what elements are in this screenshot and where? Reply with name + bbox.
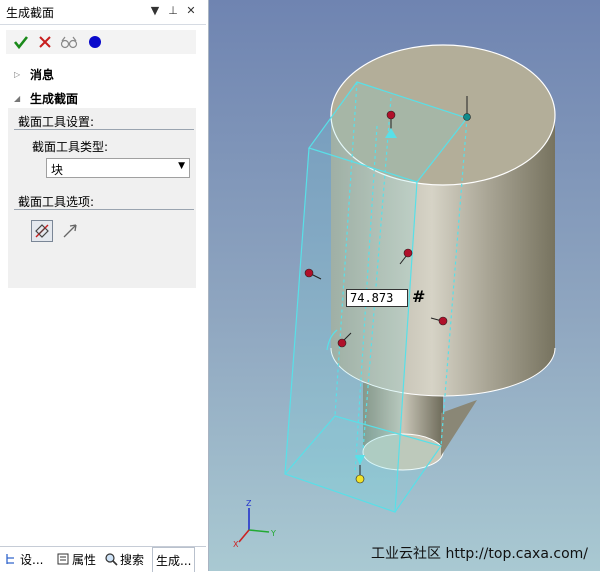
section-handle-bottom[interactable] bbox=[355, 474, 365, 484]
collapse-triangle-icon: ◢ bbox=[14, 94, 21, 103]
reverse-direction-button[interactable] bbox=[59, 220, 81, 242]
section-handle-bottom-left[interactable] bbox=[337, 338, 347, 348]
panel-pin-button[interactable]: ⊥ bbox=[166, 4, 180, 17]
expand-triangle-icon: ▷ bbox=[14, 70, 21, 79]
section-handle-top[interactable] bbox=[386, 110, 396, 120]
section-handle-right[interactable] bbox=[438, 316, 448, 326]
tool-type-select[interactable]: 块 ▼ bbox=[46, 158, 190, 178]
settings-group-label: 截面工具设置: bbox=[18, 115, 95, 129]
options-group-label: 截面工具选项: bbox=[18, 195, 95, 209]
tab-design-tree[interactable]: 设... bbox=[4, 549, 43, 569]
panel-title: 生成截面 bbox=[6, 6, 55, 20]
blue-circle-icon bbox=[89, 36, 101, 48]
section-handle-left[interactable] bbox=[304, 268, 314, 278]
tree-icon bbox=[6, 554, 14, 564]
panel-tab-bar: 设... 属性 搜索 生成... bbox=[0, 546, 206, 572]
tree-item-generate-section[interactable]: ◢ 生成截面 bbox=[14, 90, 78, 107]
diagonal-arrow-icon bbox=[63, 224, 77, 238]
tab-label: 搜索 bbox=[120, 552, 145, 567]
properties-icon bbox=[57, 553, 69, 565]
tool-type-label: 截面工具类型: bbox=[32, 140, 109, 154]
tree-item-messages[interactable]: ▷ 消息 bbox=[14, 66, 54, 83]
confirm-button[interactable] bbox=[10, 31, 32, 53]
chevron-down-icon: ▼ bbox=[178, 161, 185, 171]
tool-type-value: 块 bbox=[51, 163, 64, 177]
tab-search[interactable]: 搜索 bbox=[104, 549, 144, 569]
dimension-input[interactable]: 74.873 bbox=[346, 289, 408, 307]
group-divider bbox=[14, 209, 194, 210]
tab-label: 设... bbox=[20, 552, 44, 567]
search-icon bbox=[105, 553, 118, 566]
axis-y-label: Y bbox=[270, 529, 276, 538]
tab-label: 属性 bbox=[72, 552, 97, 567]
flip-plane-icon bbox=[35, 224, 49, 238]
command-toolbar bbox=[6, 30, 196, 54]
dimension-lock-icon[interactable]: # bbox=[412, 287, 425, 306]
close-icon bbox=[39, 36, 51, 48]
flip-section-button[interactable] bbox=[31, 220, 53, 242]
glasses-icon bbox=[60, 36, 78, 49]
generate-section-label: 生成截面 bbox=[30, 92, 79, 106]
tab-label: 生成... bbox=[156, 553, 192, 568]
property-panel: 生成截面 ▼ ⊥ ✕ ▷ 消息 ◢ 生成截面 截面工具设置: 截面工具类型: 块… bbox=[0, 0, 209, 572]
tab-properties[interactable]: 属性 bbox=[56, 549, 96, 569]
panel-dropdown-button[interactable]: ▼ bbox=[148, 4, 162, 17]
section-handle-corner[interactable] bbox=[463, 113, 471, 121]
axis-triad: Z Y X bbox=[233, 499, 276, 549]
panel-titlebar: 生成截面 ▼ ⊥ ✕ bbox=[0, 0, 206, 25]
3d-viewport[interactable]: Z Y X 74.873 # 工业云社区 http://top.caxa.com… bbox=[209, 0, 600, 571]
check-icon bbox=[13, 36, 29, 50]
preview-button[interactable] bbox=[58, 31, 80, 53]
watermark-text: 工业云社区 http://top.caxa.com/ bbox=[371, 546, 588, 562]
tab-generate-section[interactable]: 生成... bbox=[152, 547, 196, 572]
model-canvas[interactable]: Z Y X bbox=[209, 0, 600, 571]
axis-x-label: X bbox=[233, 540, 239, 549]
cancel-button[interactable] bbox=[34, 31, 56, 53]
section-handle-face[interactable] bbox=[403, 248, 413, 258]
panel-close-button[interactable]: ✕ bbox=[184, 4, 198, 17]
axis-z-label: Z bbox=[246, 499, 252, 508]
group-divider bbox=[14, 129, 194, 130]
messages-label: 消息 bbox=[30, 68, 55, 82]
help-button[interactable] bbox=[84, 31, 106, 53]
